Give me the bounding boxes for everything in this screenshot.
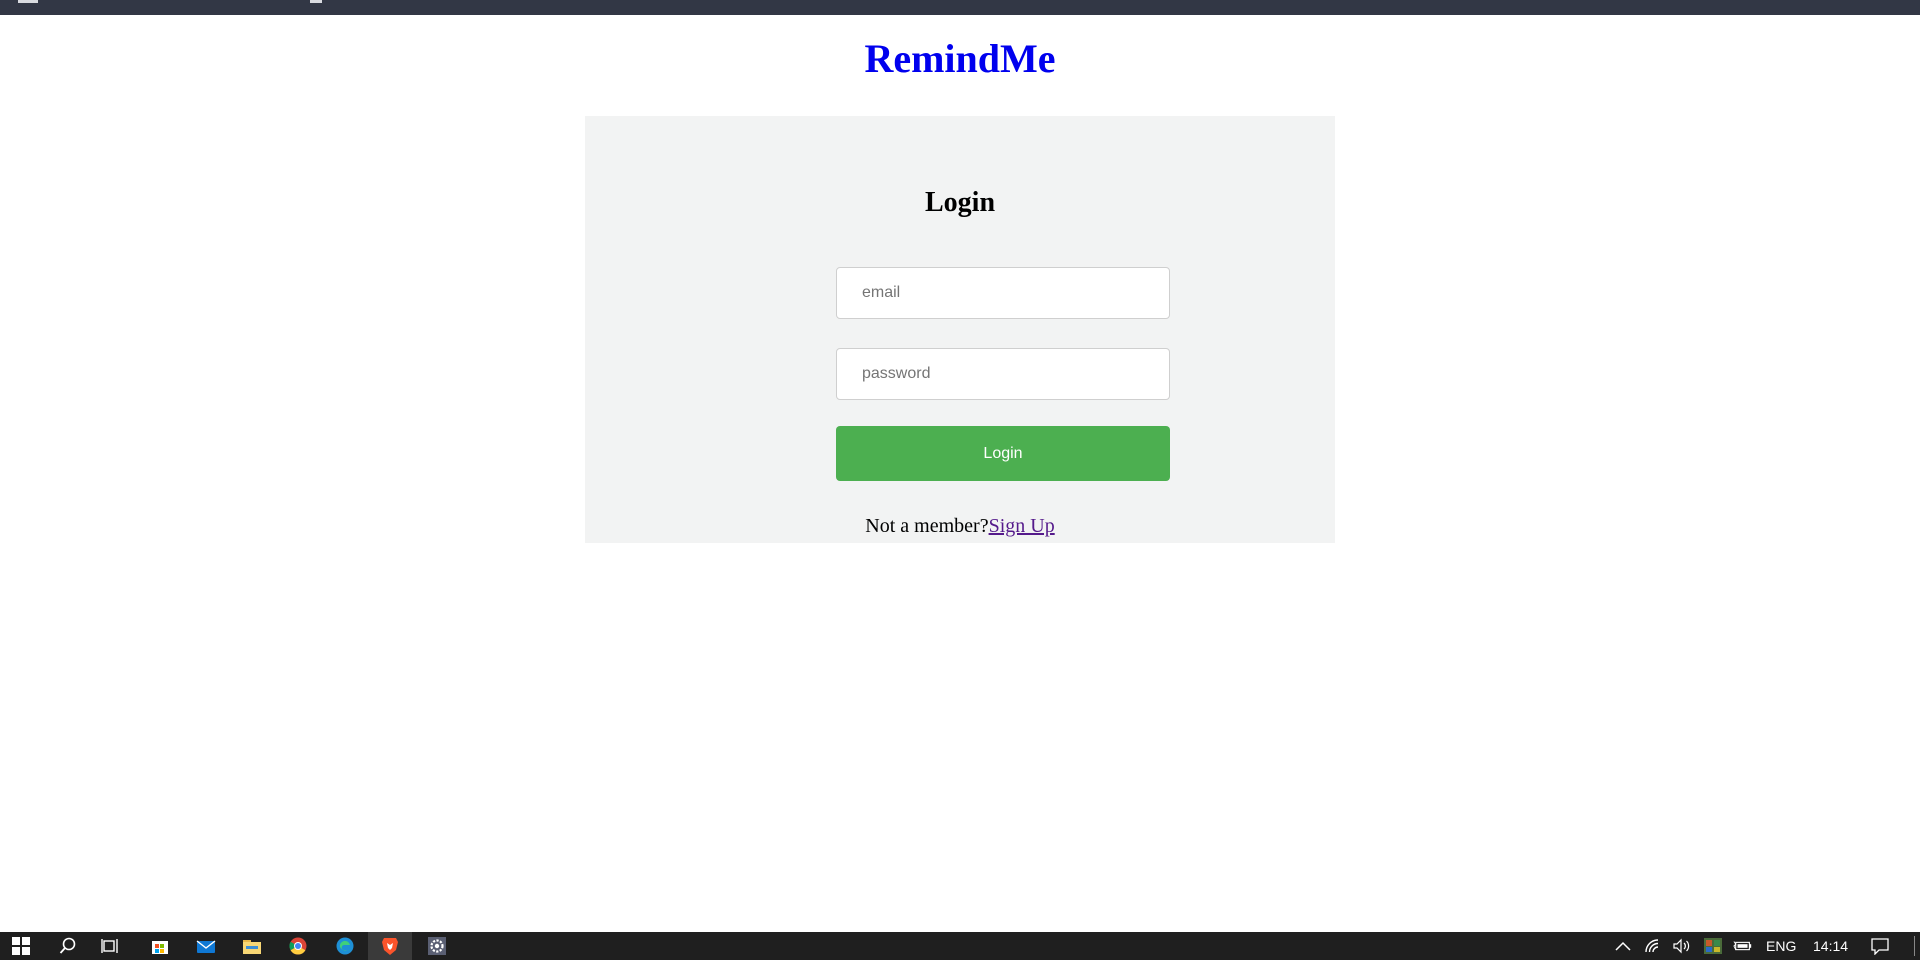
app-title: RemindMe	[864, 36, 1056, 81]
password-input[interactable]	[836, 348, 1170, 400]
color-app-icon[interactable]	[1703, 936, 1723, 956]
toolbar-icon[interactable]	[310, 0, 322, 3]
signup-link[interactable]: Sign Up	[989, 515, 1055, 537]
page: RemindMe Login Login Not a member?Sign U…	[0, 15, 1920, 932]
brave-icon[interactable]	[380, 936, 400, 956]
show-desktop-edge[interactable]	[1914, 936, 1915, 956]
signup-prompt: Not a member?	[865, 515, 989, 537]
task-view-icon[interactable]	[101, 936, 121, 956]
edge-icon[interactable]	[335, 936, 355, 956]
clock-time[interactable]: 14:14	[1813, 939, 1848, 953]
email-input[interactable]	[836, 267, 1170, 319]
file-explorer-icon[interactable]	[242, 936, 262, 956]
browser-toolbar	[0, 0, 1920, 15]
wifi-icon[interactable]	[1643, 936, 1663, 956]
settings-gear-icon[interactable]	[427, 936, 447, 956]
language-indicator[interactable]: ENG	[1766, 939, 1796, 953]
login-button[interactable]: Login	[836, 426, 1170, 481]
windows-start-icon[interactable]	[11, 936, 31, 956]
login-heading: Login	[924, 187, 996, 218]
search-icon[interactable]	[58, 936, 78, 956]
volume-icon[interactable]	[1672, 936, 1692, 956]
taskbar: ENG 14:14	[0, 932, 1920, 960]
chevron-up-icon[interactable]	[1613, 936, 1633, 956]
login-panel: Login Login Not a member?Sign Up	[585, 116, 1335, 543]
battery-icon[interactable]	[1733, 936, 1753, 956]
chrome-icon[interactable]	[288, 936, 308, 956]
store-icon[interactable]	[150, 936, 170, 956]
mail-icon[interactable]	[196, 936, 216, 956]
menu-icon[interactable]	[18, 0, 38, 3]
signup-line: Not a member?Sign Up	[585, 516, 1335, 536]
notification-icon[interactable]	[1870, 936, 1890, 956]
